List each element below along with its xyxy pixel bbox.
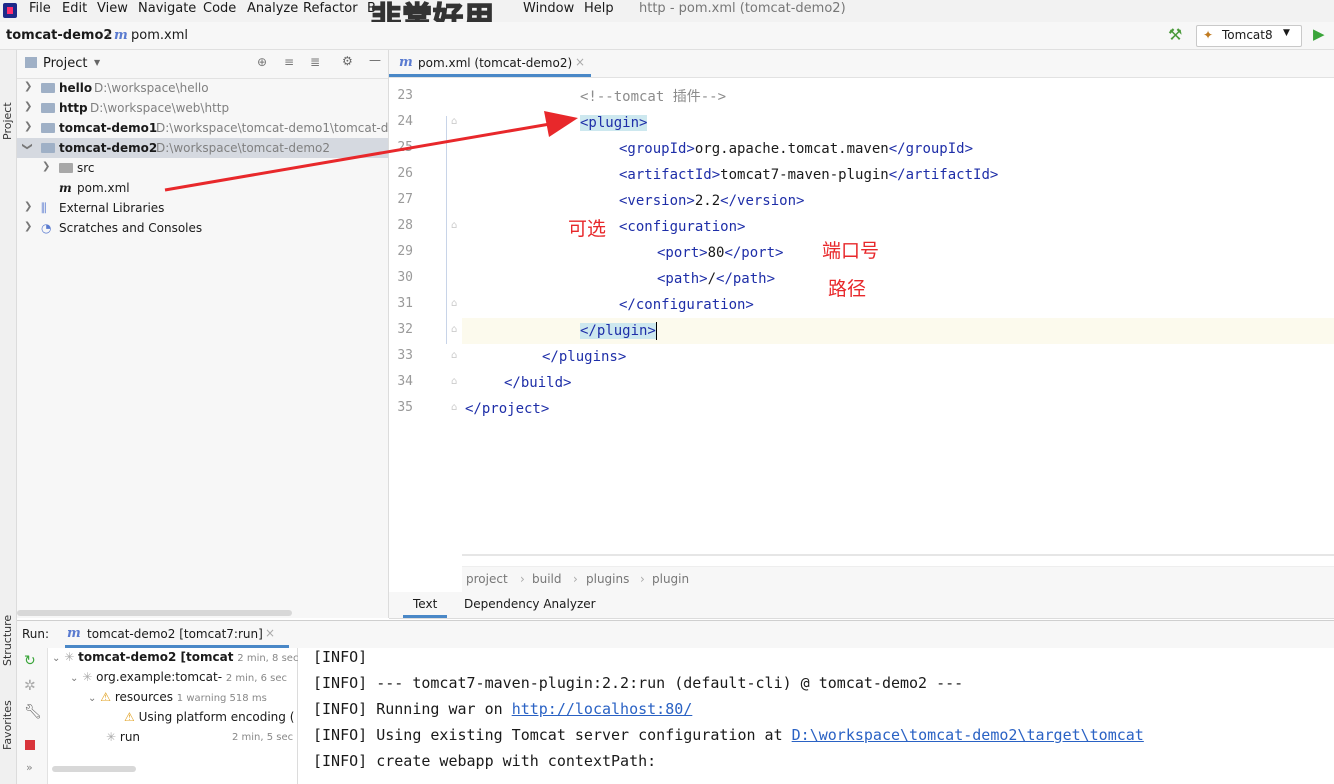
warning-icon: ⚠ [100, 690, 111, 704]
run-tree: ⌄ ✳ tomcat-demo2 [tomcat 2 min, 8 sec ⌄ … [48, 648, 298, 784]
console-line: [INFO] Running war on http://localhost:8… [313, 700, 692, 718]
warning-icon: ⚠ [124, 710, 135, 724]
chevron-down-icon: ⌄ [52, 653, 61, 664]
run-tree-label: org.example:tomcat- [96, 670, 223, 684]
spinner-icon: ✳ [64, 650, 75, 664]
run-tree-label: Using platform encoding ( [138, 710, 295, 724]
chevron-right-icon: › [573, 572, 578, 586]
run-tree-time: 1 warning 518 ms [176, 693, 267, 704]
debug-icon[interactable]: ✲ [24, 678, 36, 694]
run-tree-item[interactable]: ⌄ ⚠ resources 1 warning 518 ms [88, 690, 267, 710]
tab-label: Text [413, 597, 438, 611]
run-toolbar: ↻ ✲ 🔧︎ » [17, 648, 48, 784]
breadcrumb-item[interactable]: build [532, 572, 562, 586]
breadcrumb-item[interactable]: project [466, 572, 508, 586]
run-tab[interactable]: m tomcat-demo2 [tomcat7:run] × [65, 621, 289, 648]
run-tree-item[interactable]: ⌄ ✳ tomcat-demo2 [tomcat 2 min, 8 sec [52, 650, 298, 670]
run-tree-item[interactable]: ✳ run 2 min, 5 sec [106, 730, 293, 750]
maven-icon: m [67, 626, 81, 641]
run-tab-label: tomcat-demo2 [tomcat7:run] [87, 627, 263, 641]
console-link[interactable]: D:\workspace\tomcat-demo2\target\tomcat [792, 726, 1144, 744]
editor-breadcrumb: project › build › plugins › plugin [462, 566, 1334, 593]
breadcrumb-item[interactable]: plugins [586, 572, 629, 586]
run-tree-label: run [119, 730, 141, 744]
chevron-right-icon: › [520, 572, 525, 586]
wrench-icon[interactable]: 🔧︎ [24, 704, 42, 720]
console-line: [INFO] create webapp with contextPath: [313, 752, 657, 770]
run-tree-time: 2 min, 8 sec [237, 653, 299, 664]
spinner-icon: ✳ [106, 730, 117, 744]
run-tree-label: tomcat-demo2 [tomcat [78, 650, 234, 664]
horizontal-scrollbar[interactable] [52, 766, 136, 772]
console-text: [INFO] Using existing Tomcat server conf… [313, 726, 792, 744]
console-line: [INFO] Using existing Tomcat server conf… [313, 726, 1144, 744]
chevron-down-icon: ⌄ [70, 673, 79, 684]
console-line: [INFO] --- tomcat7-maven-plugin:2.2:run … [313, 674, 964, 692]
console-link[interactable]: http://localhost:80/ [512, 700, 693, 718]
console-text: [INFO] Running war on [313, 700, 512, 718]
close-icon[interactable]: × [265, 626, 275, 640]
console-line: [INFO] [313, 648, 368, 666]
editor-bottom-tabs: Text Dependency Analyzer [389, 592, 1334, 619]
spinner-icon: ✳ [82, 670, 93, 684]
rerun-icon[interactable]: ↻ [24, 653, 36, 669]
run-tree-time: 2 min, 6 sec [225, 673, 288, 684]
breadcrumb-item[interactable]: plugin [652, 572, 689, 586]
tab-dependency-analyzer[interactable]: Dependency Analyzer [464, 597, 596, 611]
stop-icon[interactable] [25, 740, 35, 750]
run-tree-item[interactable]: ⌄ ✳ org.example:tomcat- 2 min, 6 sec [70, 670, 287, 690]
tab-text[interactable]: Text [403, 592, 447, 618]
expand-icon[interactable]: » [26, 761, 33, 774]
run-label: Run: [22, 627, 50, 641]
run-tree-label: resources [114, 690, 173, 704]
console-output[interactable]: [INFO] [INFO] --- tomcat7-maven-plugin:2… [298, 648, 1334, 784]
chevron-right-icon: › [640, 572, 645, 586]
run-panel-header: Run: m tomcat-demo2 [tomcat7:run] × [17, 620, 1334, 649]
chevron-down-icon: ⌄ [88, 693, 97, 704]
run-tree-time: 2 min, 5 sec [232, 732, 294, 743]
run-tree-item[interactable]: ⚠ Using platform encoding ( [124, 710, 294, 730]
